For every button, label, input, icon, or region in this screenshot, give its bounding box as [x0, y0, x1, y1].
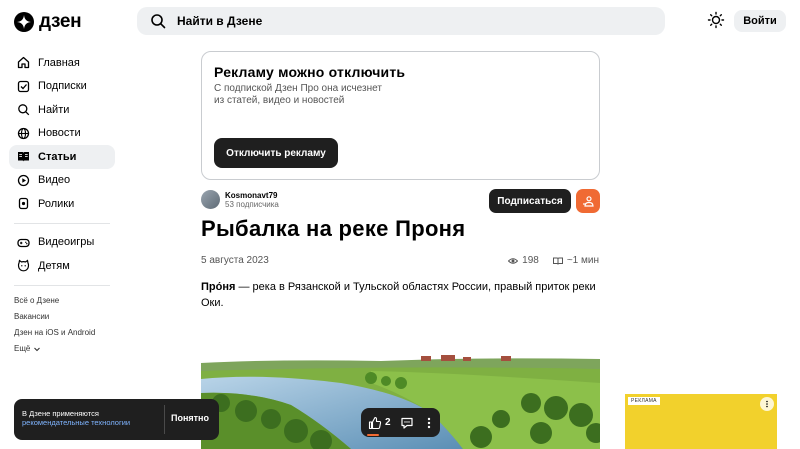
more-vertical-icon[interactable] [422, 416, 436, 430]
disable-ads-banner: Рекламу можно отключить С подпиской Дзен… [201, 51, 600, 180]
logo[interactable]: дзен [14, 11, 82, 33]
ad-banner-title: Рекламу можно отключить [214, 64, 406, 80]
sidebar-item-home[interactable]: Главная [9, 51, 115, 75]
lead-term: Про́ня [201, 281, 236, 293]
views-count: 198 [522, 255, 539, 266]
author-block[interactable]: Kosmonavt79 53 подписчика [201, 190, 279, 209]
sidebar-item-label: Найти [38, 103, 70, 116]
disable-ads-button[interactable]: Отключить рекламу [214, 138, 338, 168]
sidebar-item-news[interactable]: Новости [9, 122, 115, 146]
article-date: 5 августа 2023 [201, 255, 269, 266]
author-name[interactable]: Kosmonavt79 [225, 191, 279, 200]
subscriptions-icon [17, 80, 30, 92]
video-icon [17, 174, 30, 186]
sidebar-item-label: Статьи [38, 150, 77, 163]
footer-link-jobs[interactable]: Вакансии [14, 309, 115, 325]
clips-icon [18, 198, 29, 210]
sun-icon[interactable] [707, 11, 725, 29]
sidebar-item-label: Детям [38, 259, 70, 272]
login-button[interactable]: Войти [734, 10, 786, 32]
sidebar-item-kids[interactable]: Детям [9, 254, 115, 278]
article-action-bar: 2 [361, 408, 440, 437]
ad-menu-button[interactable] [760, 397, 774, 411]
cookie-notice: В Дзене применяются рекомендательные тех… [14, 399, 219, 440]
cookie-divider [164, 405, 165, 434]
footer-more-toggle[interactable]: Ещё [14, 341, 115, 357]
user-add-icon [582, 195, 594, 207]
read-progress-bar [367, 434, 379, 436]
footer-more-label: Ещё [14, 344, 31, 353]
lead-text: — река в Рязанской и Тульской областях Р… [201, 281, 596, 309]
article-lead: Про́ня — река в Рязанской и Тульской обл… [201, 279, 600, 311]
thumbs-up-icon [368, 416, 382, 429]
sidebar-divider [14, 284, 110, 286]
sidebar: Главная Подписки Найти Новости Статьи Ви… [9, 51, 115, 357]
search-input[interactable]: Найти в Дзене [137, 7, 665, 35]
avatar[interactable] [201, 190, 220, 209]
zen-logo-icon [14, 12, 34, 32]
gamepad-icon [17, 238, 30, 247]
sidebar-item-search[interactable]: Найти [9, 98, 115, 122]
author-action-button[interactable] [576, 189, 600, 213]
book-open-icon [552, 257, 563, 265]
search-icon [18, 104, 30, 116]
sidebar-divider [14, 222, 110, 224]
chevron-down-icon [34, 347, 41, 351]
sidebar-item-articles[interactable]: Статьи [9, 145, 115, 169]
cookie-accept-button[interactable]: Понятно [171, 413, 209, 423]
ad-label: РЕКЛАМА [628, 397, 660, 405]
book-icon [18, 152, 29, 162]
subscribe-button[interactable]: Подписаться [489, 189, 571, 213]
sidebar-item-label: Подписки [38, 80, 87, 93]
sidebar-item-clips[interactable]: Ролики [9, 192, 115, 216]
footer-link-about[interactable]: Всё о Дзене [14, 293, 115, 309]
like-count: 2 [385, 417, 391, 428]
sidebar-item-videogames[interactable]: Видеоигры [9, 231, 115, 255]
sidebar-item-label: Новости [38, 127, 81, 140]
sidebar-item-label: Главная [38, 56, 80, 69]
article-stats: 198 ~1 мин [508, 255, 599, 266]
globe-icon [17, 127, 30, 139]
sidebar-advertisement[interactable]: РЕКЛАМА [625, 394, 777, 449]
sidebar-item-label: Ролики [38, 197, 75, 210]
sidebar-footer: Всё о Дзене Вакансии Дзен на iOS и Andro… [9, 293, 115, 357]
read-time: ~1 мин [566, 255, 599, 266]
sidebar-item-label: Видео [38, 174, 71, 187]
eye-icon [508, 257, 519, 264]
like-button[interactable]: 2 [368, 416, 391, 430]
article-title: Рыбалка на реке Проня [201, 216, 466, 241]
home-icon [17, 57, 30, 69]
search-icon [151, 14, 166, 29]
sidebar-item-video[interactable]: Видео [9, 169, 115, 193]
ad-banner-subtitle: С подпиской Дзен Про она исчезнет из ста… [214, 83, 382, 106]
sidebar-item-subscriptions[interactable]: Подписки [9, 75, 115, 99]
more-vertical-icon [766, 400, 768, 408]
comment-icon[interactable] [400, 416, 414, 430]
footer-link-apps[interactable]: Дзен на iOS и Android [14, 325, 115, 341]
kids-icon [17, 259, 30, 272]
logo-text: дзен [39, 11, 82, 32]
author-subscribers: 53 подписчика [225, 199, 279, 209]
search-placeholder: Найти в Дзене [177, 14, 263, 28]
sidebar-item-label: Видеоигры [38, 236, 95, 249]
